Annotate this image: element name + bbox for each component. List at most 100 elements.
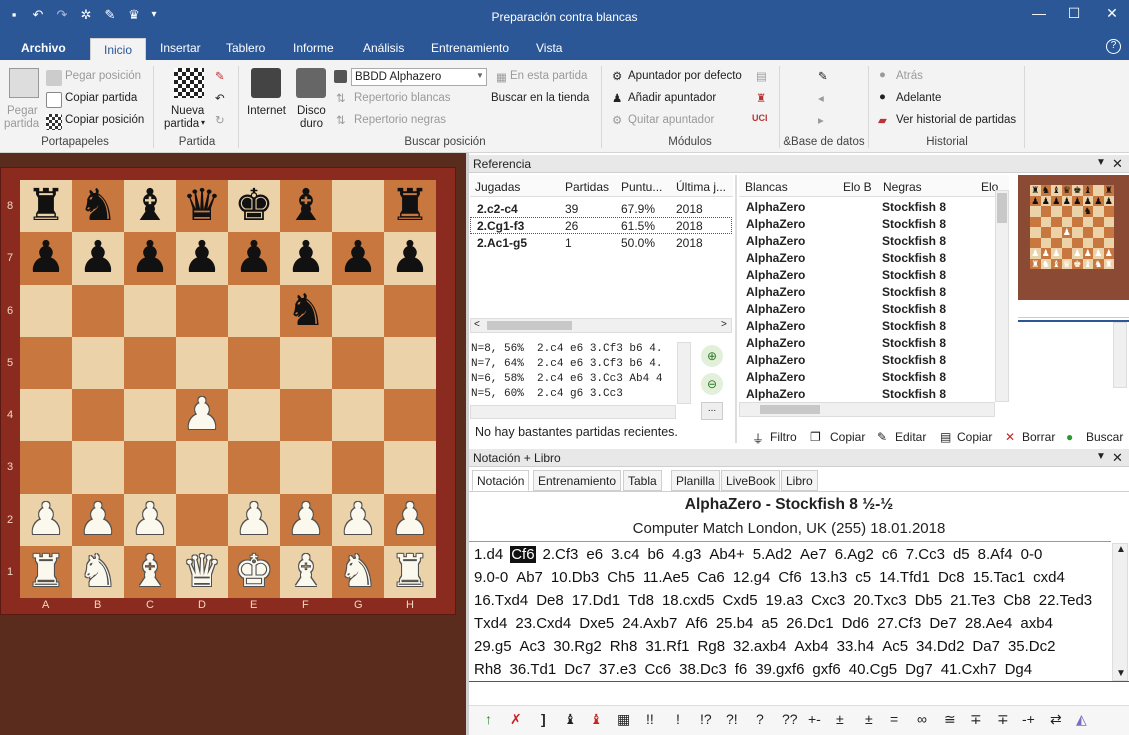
database-select[interactable]: BBDD Alphazero ▼ (351, 68, 487, 86)
square-h4[interactable] (384, 389, 436, 442)
square-d7[interactable]: ♟ (176, 232, 228, 285)
search-button[interactable]: Buscar (1086, 430, 1123, 444)
moves-hscrollbar[interactable]: < > (470, 318, 732, 333)
move[interactable]: 8.Af4 (977, 546, 1014, 563)
move[interactable]: gxf6 (811, 661, 841, 678)
move[interactable]: 17.Dd1 (571, 592, 621, 609)
move[interactable]: 27.Cf3 (876, 615, 922, 632)
game-player[interactable]: AlphaZero (746, 251, 805, 265)
delete-variation-icon[interactable]: ✗ (510, 711, 522, 728)
black-pawn-icon[interactable]: ♟ (286, 236, 325, 280)
mini-vscrollbar[interactable] (1113, 322, 1127, 388)
annotation-symbol-button[interactable]: ∞ (917, 711, 927, 727)
piece-icon[interactable]: ♝ (564, 711, 577, 728)
square-a4[interactable] (20, 389, 72, 442)
move[interactable]: Da7 (971, 638, 1001, 655)
history-button[interactable]: Ver historial de partidas (896, 114, 1016, 126)
annotation-symbol-button[interactable]: ≅ (944, 711, 956, 728)
games-scroll-thumb[interactable] (997, 193, 1007, 223)
square-a3[interactable] (20, 441, 72, 494)
scroll-down-icon[interactable]: ▼ (1116, 668, 1126, 679)
square-d2[interactable] (176, 493, 228, 546)
game-player[interactable]: Stockfish 8 (882, 353, 946, 367)
maximize-icon[interactable]: ☐ (1059, 4, 1089, 26)
notation-close-icon[interactable]: ✕ (1112, 450, 1123, 466)
white-pawn-icon[interactable]: ♟ (390, 497, 429, 542)
annotation-symbol-button[interactable]: ?! (726, 711, 738, 727)
panel-close-icon[interactable]: ✕ (1112, 156, 1123, 172)
game-player[interactable]: AlphaZero (746, 302, 805, 316)
square-g4[interactable] (332, 389, 384, 442)
move[interactable]: e6 (585, 546, 604, 563)
square-d3[interactable] (176, 441, 228, 494)
panel-menu-icon[interactable]: ▼ (1096, 157, 1106, 168)
move[interactable]: Ca6 (696, 569, 726, 586)
square-e4[interactable] (228, 389, 280, 442)
database-nav-icon-2[interactable]: ▸ (818, 113, 824, 127)
white-knight-icon[interactable]: ♞ (338, 549, 377, 594)
square-h7[interactable]: ♟ (384, 232, 436, 285)
move[interactable]: 16.Txd4 (473, 592, 529, 609)
square-e2[interactable]: ♟ (228, 493, 280, 546)
square-e5[interactable] (228, 336, 280, 389)
black-pawn-icon[interactable]: ♟ (26, 236, 65, 280)
move[interactable]: f6 (734, 661, 749, 678)
black-pawn-icon[interactable]: ♟ (130, 236, 169, 280)
square-g5[interactable] (332, 336, 384, 389)
square-c1[interactable]: ♝ (124, 545, 176, 598)
move[interactable]: c5 (854, 569, 872, 586)
new-game-label[interactable]: Nueva (171, 105, 204, 117)
engine-hscrollbar[interactable] (470, 405, 676, 419)
white-pawn-icon[interactable]: ♟ (182, 393, 221, 437)
move[interactable]: 29.g5 (473, 638, 513, 655)
square-h5[interactable] (384, 336, 436, 389)
move[interactable]: 39.gxf6 (754, 661, 805, 678)
white-pawn-icon[interactable]: ♟ (338, 497, 377, 542)
move[interactable]: Ab7 (515, 569, 544, 586)
annotation-symbol-button[interactable]: ± (865, 711, 873, 727)
move[interactable]: 28.Ae4 (964, 615, 1014, 632)
col-negras[interactable]: Negras (883, 180, 922, 194)
move[interactable]: a5 (760, 615, 779, 632)
square-b7[interactable]: ♟ (72, 232, 124, 285)
game-player[interactable]: AlphaZero (746, 319, 805, 333)
white-knight-icon[interactable]: ♞ (78, 549, 117, 594)
square-b6[interactable] (72, 284, 124, 337)
game-player[interactable]: Stockfish 8 (882, 285, 946, 299)
tab-planilla[interactable]: Planilla (671, 470, 720, 491)
black-rook-icon[interactable]: ♜ (390, 184, 429, 228)
close-icon[interactable]: ✕ (1097, 4, 1127, 26)
square-f5[interactable] (280, 336, 332, 389)
square-f2[interactable]: ♟ (280, 493, 332, 546)
tab-notacion[interactable]: Notación (472, 470, 530, 491)
white-pawn-icon[interactable]: ♟ (286, 497, 325, 542)
square-a8[interactable]: ♜ (20, 180, 72, 233)
games-hscrollbar[interactable] (739, 402, 995, 417)
square-a1[interactable]: ♜ (20, 545, 72, 598)
col-ultima[interactable]: Última j... (676, 180, 726, 194)
engine-line[interactable]: N=6, 58% 2.c4 e6 3.Cc3 Ab4 4 (471, 373, 676, 385)
move[interactable]: 35.Dc2 (1007, 638, 1057, 655)
engine-line[interactable]: N=5, 60% 2.c4 g6 3.Cc3 (471, 388, 676, 400)
tab-archivo[interactable]: Archivo (21, 41, 66, 55)
square-c8[interactable]: ♝ (124, 180, 176, 233)
move[interactable]: 5.Ad2 (752, 546, 793, 563)
move[interactable]: 34.Dd2 (915, 638, 965, 655)
square-h6[interactable] (384, 284, 436, 337)
move[interactable]: Cxd5 (722, 592, 759, 609)
annotation-symbol-button[interactable]: ?? (782, 711, 798, 727)
square-a7[interactable]: ♟ (20, 232, 72, 285)
square-c6[interactable] (124, 284, 176, 337)
paste-game-label2[interactable]: partida (4, 118, 39, 130)
square-b5[interactable] (72, 336, 124, 389)
square-g2[interactable]: ♟ (332, 493, 384, 546)
game-player[interactable]: AlphaZero (746, 353, 805, 367)
game-player[interactable]: Stockfish 8 (882, 302, 946, 316)
move[interactable]: 1.d4 (473, 546, 504, 563)
engine-settings-icon[interactable]: ▤ (756, 69, 767, 83)
move[interactable]: cxd4 (1032, 569, 1066, 586)
black-knight-icon[interactable]: ♞ (286, 288, 325, 333)
annotation-symbol-button[interactable]: +- (808, 711, 821, 727)
copy-game-button[interactable]: Copiar partida (65, 92, 137, 104)
zoom-out-icon[interactable]: ⊖ (701, 373, 723, 395)
